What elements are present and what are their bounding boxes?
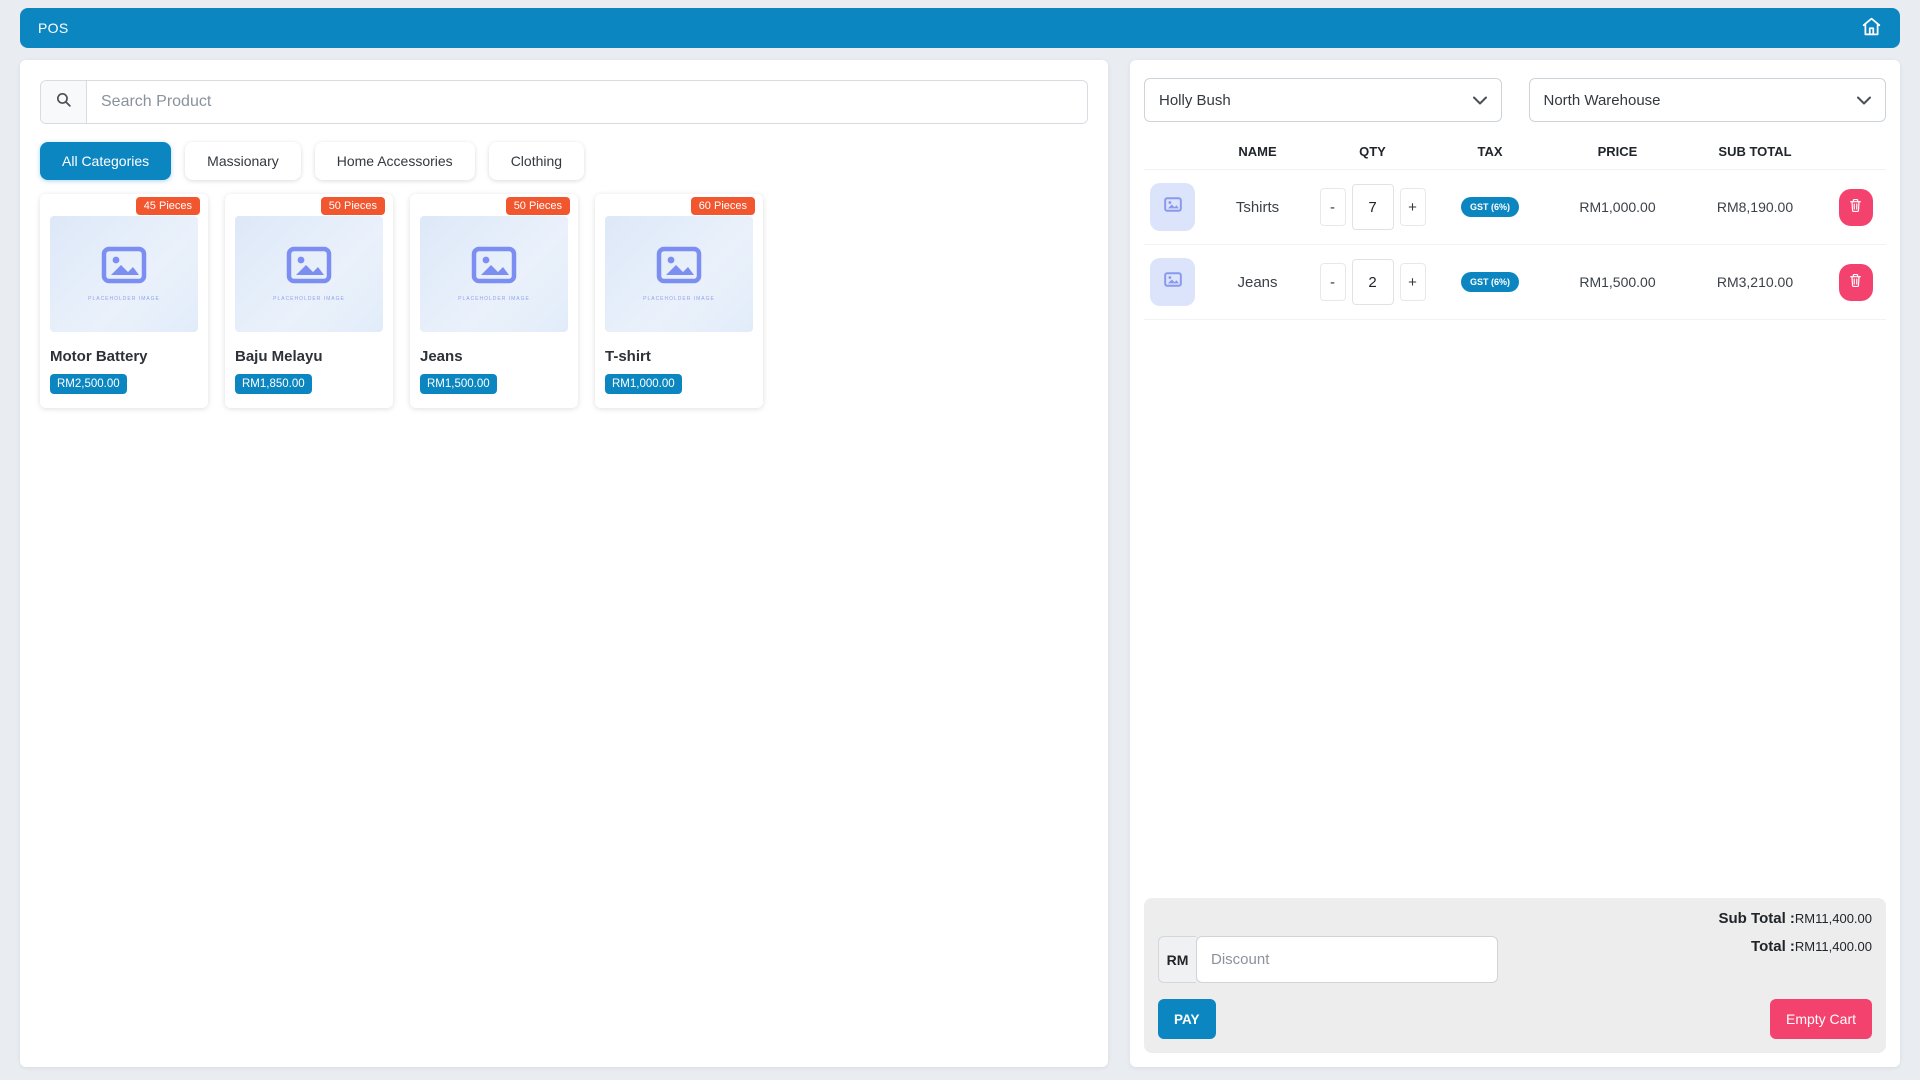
tab-massionary[interactable]: Massionary xyxy=(185,142,301,180)
cart-item-subtotal: RM3,210.00 xyxy=(1685,274,1825,290)
tax-badge: GST (6%) xyxy=(1461,272,1519,292)
cart-summary: RM Sub Total :RM11,400.00 Total :RM11,40… xyxy=(1144,898,1886,1053)
sub-total-value: RM11,400.00 xyxy=(1795,911,1872,926)
sub-total-line: Sub Total :RM11,400.00 xyxy=(1719,910,1872,928)
product-card[interactable]: 50 Pieces PLACEHOLDER IMAGE Baju Melayu … xyxy=(225,194,393,408)
product-card[interactable]: 45 Pieces PLACEHOLDER IMAGE Motor Batter… xyxy=(40,194,208,408)
col-subtotal: SUB TOTAL xyxy=(1685,144,1825,159)
image-placeholder-icon xyxy=(471,246,517,289)
product-name: T-shirt xyxy=(605,348,753,365)
product-name: Jeans xyxy=(420,348,568,365)
col-name: NAME xyxy=(1200,144,1315,159)
product-grid: 45 Pieces PLACEHOLDER IMAGE Motor Batter… xyxy=(40,194,1088,408)
product-name: Motor Battery xyxy=(50,348,198,365)
trash-icon xyxy=(1849,273,1862,291)
cart-item-price: RM1,000.00 xyxy=(1550,199,1685,215)
col-qty: QTY xyxy=(1315,144,1430,159)
product-card[interactable]: 60 Pieces PLACEHOLDER IMAGE T-shirt RM1,… xyxy=(595,194,763,408)
image-placeholder-icon xyxy=(1164,272,1182,292)
cart-item-name: Tshirts xyxy=(1200,199,1315,216)
tax-badge: GST (6%) xyxy=(1461,197,1519,217)
customer-select[interactable]: Holly Bush xyxy=(1144,78,1502,122)
col-tax: TAX xyxy=(1430,144,1550,159)
product-name: Baju Melayu xyxy=(235,348,383,365)
trash-icon xyxy=(1849,198,1862,216)
product-image-placeholder: PLACEHOLDER IMAGE xyxy=(235,216,383,332)
customer-select-value: Holly Bush xyxy=(1159,92,1231,109)
total-line: Total :RM11,400.00 xyxy=(1719,938,1872,956)
cart-item-thumbnail xyxy=(1150,183,1195,231)
placeholder-caption: PLACEHOLDER IMAGE xyxy=(643,296,715,302)
search-icon xyxy=(55,91,72,113)
delete-item-button[interactable] xyxy=(1839,264,1873,301)
image-placeholder-icon xyxy=(286,246,332,289)
warehouse-select[interactable]: North Warehouse xyxy=(1529,78,1887,122)
placeholder-caption: PLACEHOLDER IMAGE xyxy=(273,296,345,302)
product-image-placeholder: PLACEHOLDER IMAGE xyxy=(50,216,198,332)
main-layout: All Categories Massionary Home Accessori… xyxy=(0,60,1920,1067)
chevron-down-icon xyxy=(1473,92,1487,109)
sub-total-label: Sub Total : xyxy=(1719,910,1795,927)
product-image-placeholder: PLACEHOLDER IMAGE xyxy=(420,216,568,332)
cart-item-name: Jeans xyxy=(1200,274,1315,291)
cart-item-subtotal: RM8,190.00 xyxy=(1685,199,1825,215)
warehouse-select-value: North Warehouse xyxy=(1544,92,1661,109)
discount-input[interactable] xyxy=(1196,936,1498,983)
cart-item-price: RM1,500.00 xyxy=(1550,274,1685,290)
placeholder-caption: PLACEHOLDER IMAGE xyxy=(458,296,530,302)
product-card[interactable]: 50 Pieces PLACEHOLDER IMAGE Jeans RM1,50… xyxy=(410,194,578,408)
app-title: POS xyxy=(38,20,68,36)
stock-badge: 50 Pieces xyxy=(506,197,570,215)
search-product-input[interactable] xyxy=(87,81,1087,123)
empty-cart-button[interactable]: Empty Cart xyxy=(1770,999,1872,1039)
home-icon xyxy=(1861,16,1882,40)
app-header: POS xyxy=(20,8,1900,48)
tab-clothing[interactable]: Clothing xyxy=(489,142,584,180)
search-product-group xyxy=(40,80,1088,124)
total-label: Total : xyxy=(1751,938,1795,955)
qty-input[interactable] xyxy=(1352,184,1394,230)
product-price-badge: RM1,850.00 xyxy=(235,374,312,394)
cart-table-header: NAME QTY TAX PRICE SUB TOTAL xyxy=(1144,144,1886,170)
cart-panel: Holly Bush North Warehouse NAME QTY xyxy=(1130,60,1900,1067)
discount-group: RM xyxy=(1158,936,1498,983)
qty-increase-button[interactable]: + xyxy=(1400,188,1426,226)
qty-decrease-button[interactable]: - xyxy=(1320,188,1346,226)
qty-input[interactable] xyxy=(1352,259,1394,305)
pay-button[interactable]: PAY xyxy=(1158,999,1216,1039)
totals: Sub Total :RM11,400.00 Total :RM11,400.0… xyxy=(1719,910,1872,983)
category-tabs: All Categories Massionary Home Accessori… xyxy=(40,142,1088,180)
quantity-stepper: - + xyxy=(1315,259,1430,305)
qty-increase-button[interactable]: + xyxy=(1400,263,1426,301)
image-placeholder-icon xyxy=(101,246,147,289)
total-value: RM11,400.00 xyxy=(1795,939,1872,954)
image-placeholder-icon xyxy=(1164,197,1182,217)
stock-badge: 60 Pieces xyxy=(691,197,755,215)
col-price: PRICE xyxy=(1550,144,1685,159)
discount-currency-addon: RM xyxy=(1158,936,1196,983)
search-addon xyxy=(41,81,87,123)
stock-badge: 50 Pieces xyxy=(321,197,385,215)
product-image-placeholder: PLACEHOLDER IMAGE xyxy=(605,216,753,332)
placeholder-caption: PLACEHOLDER IMAGE xyxy=(88,296,160,302)
qty-decrease-button[interactable]: - xyxy=(1320,263,1346,301)
cart-row: Tshirts - + GST (6%) RM1,000.00 RM8,190.… xyxy=(1144,170,1886,245)
delete-item-button[interactable] xyxy=(1839,189,1873,226)
tab-all-categories[interactable]: All Categories xyxy=(40,142,171,180)
cart-selects: Holly Bush North Warehouse xyxy=(1144,78,1886,122)
cart-row: Jeans - + GST (6%) RM1,500.00 RM3,210.00 xyxy=(1144,245,1886,320)
home-button[interactable] xyxy=(1861,16,1882,40)
chevron-down-icon xyxy=(1857,92,1871,109)
product-price-badge: RM1,500.00 xyxy=(420,374,497,394)
tab-home-accessories[interactable]: Home Accessories xyxy=(315,142,475,180)
product-price-badge: RM1,000.00 xyxy=(605,374,682,394)
image-placeholder-icon xyxy=(656,246,702,289)
stock-badge: 45 Pieces xyxy=(136,197,200,215)
product-price-badge: RM2,500.00 xyxy=(50,374,127,394)
products-panel: All Categories Massionary Home Accessori… xyxy=(20,60,1108,1067)
quantity-stepper: - + xyxy=(1315,184,1430,230)
cart-item-thumbnail xyxy=(1150,258,1195,306)
